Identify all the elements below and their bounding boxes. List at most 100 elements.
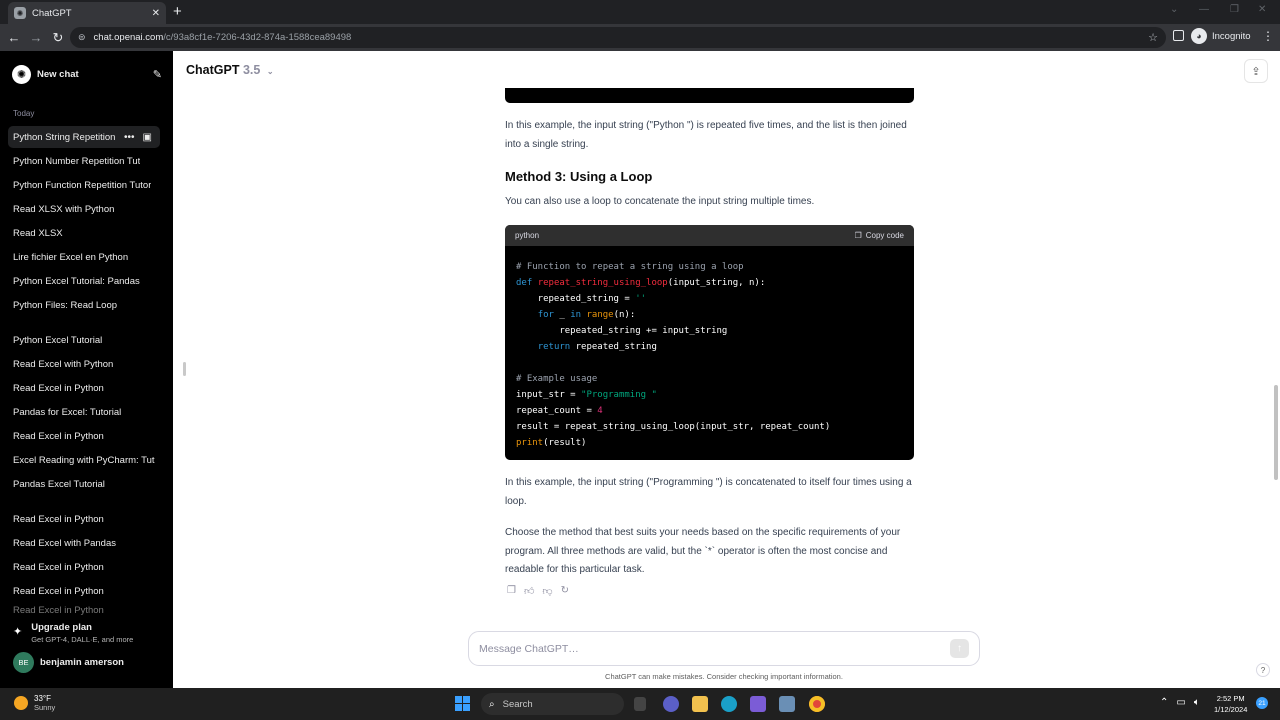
snipping-tool-icon[interactable] xyxy=(779,696,795,712)
sidebar-chat-item[interactable]: Read XLSX xyxy=(8,222,160,244)
new-tab-icon[interactable]: + xyxy=(173,3,182,20)
sidebar-chat-item[interactable]: Python String Repetition ••• ▣ xyxy=(8,126,160,148)
chat-item-label: Read Excel in Python xyxy=(13,604,104,616)
chat-item-label: Python String Repetition xyxy=(13,131,116,143)
share-icon[interactable]: ⇪ xyxy=(1244,59,1268,83)
edge-icon[interactable] xyxy=(721,696,737,712)
response-paragraph: In this example, the input string ("Pyth… xyxy=(505,120,907,150)
new-chat-edit-icon[interactable]: ✎ xyxy=(153,68,162,81)
back-icon[interactable]: ← xyxy=(3,30,25,45)
taskbar-clock[interactable]: 2:52 PM 1/12/2024 xyxy=(1214,693,1247,715)
disclaimer: ChatGPT can make mistakes. Consider chec… xyxy=(605,672,843,681)
sidebar-chat-item[interactable]: Read Excel in Python xyxy=(8,604,160,616)
thumbs-down-icon[interactable]: 👎︎ xyxy=(542,585,552,597)
bookmark-star-icon[interactable]: ☆ xyxy=(1148,31,1158,44)
thumbs-up-icon[interactable]: 👍︎ xyxy=(524,585,534,597)
tray-chevron-icon[interactable]: ⌃ xyxy=(1160,697,1168,708)
code-content: # Function to repeat a string using a lo… xyxy=(516,262,831,448)
sidebar-chat-item[interactable]: Read Excel in Python xyxy=(8,508,160,530)
clipboard-icon: ❐ xyxy=(854,231,862,240)
section-today: Today xyxy=(13,109,35,118)
sidebar-chat-item[interactable]: Python Excel Tutorial xyxy=(8,329,160,351)
system-tray: ⌃ ▭ 🔈︎ xyxy=(1160,697,1200,708)
archive-icon[interactable]: ▣ xyxy=(143,132,152,143)
response-paragraph: In this example, the input string ("Prog… xyxy=(505,477,912,507)
send-button[interactable]: ↑ xyxy=(950,639,969,658)
taskbar: 33°F Sunny ⌕ Search ⌃ ▭ 🔈︎ 2:52 PM 1/12/… xyxy=(0,688,1280,720)
sidebar-resize-handle[interactable] xyxy=(183,362,186,376)
chat-item-label: Python Function Repetition Tutor xyxy=(13,179,152,191)
chatgpt-favicon-icon: ✺ xyxy=(14,7,26,19)
sidebar-chat-item[interactable]: Read Excel in Python xyxy=(8,377,160,399)
task-view-icon[interactable] xyxy=(634,697,646,711)
maximize-icon[interactable]: ❐ xyxy=(1230,4,1239,15)
regenerate-icon[interactable]: ↻ xyxy=(561,585,569,597)
site-info-icon[interactable]: ⊜ xyxy=(78,32,86,43)
scrollbar[interactable] xyxy=(1274,385,1278,480)
network-icon[interactable]: ▭ xyxy=(1176,697,1185,708)
sidebar-chat-item[interactable]: Python Files: Read Loop xyxy=(8,294,160,316)
chat-item-label: Read Excel with Python xyxy=(13,358,114,370)
taskbar-search[interactable]: ⌕ Search xyxy=(481,693,624,715)
sidebar-chat-item[interactable]: Read Excel in Python xyxy=(8,580,160,602)
volume-icon[interactable]: 🔈︎ xyxy=(1194,697,1200,708)
side-panel-icon[interactable] xyxy=(1173,30,1184,41)
chat-item-label: Pandas Excel Tutorial xyxy=(13,478,105,490)
tab-close-icon[interactable]: ✕ xyxy=(152,8,160,19)
main-panel: ChatGPT 3.5 ⌄ ⇪ In this example, the inp… xyxy=(173,51,1280,688)
sidebar-chat-item[interactable]: Read Excel with Python xyxy=(8,353,160,375)
sidebar-chat-item[interactable]: Read Excel in Python xyxy=(8,425,160,447)
response-paragraph: You can also use a loop to concatenate t… xyxy=(505,196,815,207)
browser-menu-icon[interactable]: ⋮ xyxy=(1262,29,1274,43)
help-icon[interactable]: ? xyxy=(1256,663,1270,677)
teams-chat-icon[interactable] xyxy=(663,696,679,712)
sidebar-chat-item[interactable]: Excel Reading with PyCharm: Tut xyxy=(8,449,160,471)
url-host: chat.openai.com xyxy=(93,32,164,43)
browser-tab[interactable]: ✺ ChatGPT ✕ xyxy=(8,2,166,24)
sidebar-chat-item[interactable]: Python Number Repetition Tut xyxy=(8,150,160,172)
sidebar-chat-item[interactable]: Python Function Repetition Tutor xyxy=(8,174,160,196)
file-explorer-icon[interactable] xyxy=(692,696,708,712)
sidebar-chat-item[interactable]: Pandas for Excel: Tutorial xyxy=(8,401,160,423)
incognito-indicator[interactable]: ◕ Incognito xyxy=(1191,28,1251,44)
sidebar-chat-item[interactable]: Lire fichier Excel en Python xyxy=(8,246,160,268)
chat-item-label: Python Number Repetition Tut xyxy=(13,155,141,167)
user-menu[interactable]: BE benjamin amerson xyxy=(13,652,124,673)
forward-icon[interactable]: → xyxy=(25,30,47,45)
sidebar-chat-item[interactable]: Read XLSX with Python xyxy=(8,198,160,220)
chrome-icon[interactable] xyxy=(809,696,825,712)
chat-item-label: Read Excel in Python xyxy=(13,430,104,442)
chat-item-label: Read XLSX xyxy=(13,227,63,239)
address-bar[interactable]: ⊜ chat.openai.com /c/93a8cf1e-7206-43d2-… xyxy=(70,27,1166,48)
chat-item-label: Python Files: Read Loop xyxy=(13,299,118,311)
model-selector[interactable]: ChatGPT 3.5 ⌄ xyxy=(186,63,274,77)
previous-code-block xyxy=(505,88,914,103)
weather-widget[interactable]: 33°F Sunny xyxy=(14,694,55,712)
chat-item-label: Read XLSX with Python xyxy=(13,203,115,215)
vpn-app-icon[interactable] xyxy=(750,696,766,712)
upgrade-plan-button[interactable]: ✦ Upgrade plan Get GPT-4, DALL·E, and mo… xyxy=(13,622,133,644)
chat-item-label: Read Excel in Python xyxy=(13,382,104,394)
chat-item-label: Python Excel Tutorial: Pandas xyxy=(13,275,140,287)
minimize-icon[interactable]: ⌄ xyxy=(1170,4,1178,15)
more-options-icon[interactable]: ••• xyxy=(124,132,135,143)
chat-item-label: Read Excel in Python xyxy=(13,561,104,573)
clock-date: 1/12/2024 xyxy=(1214,705,1248,714)
new-chat-button[interactable]: ✺ New chat ✎ xyxy=(12,64,162,84)
restore-icon[interactable]: — xyxy=(1199,4,1209,15)
search-icon: ⌕ xyxy=(489,698,495,710)
notification-badge[interactable]: 21 xyxy=(1256,697,1268,709)
window-close-icon[interactable]: ✕ xyxy=(1258,4,1266,15)
sidebar-chat-item[interactable]: Python Excel Tutorial: Pandas xyxy=(8,270,160,292)
reload-icon[interactable]: ↻ xyxy=(47,30,69,46)
copy-code-button[interactable]: ❐ Copy code xyxy=(855,231,904,240)
message-input[interactable]: Message ChatGPT… ↑ xyxy=(468,631,980,666)
windows-start-icon[interactable] xyxy=(455,696,470,711)
tab-title: ChatGPT xyxy=(32,7,72,19)
sidebar-chat-item[interactable]: Pandas Excel Tutorial xyxy=(8,473,160,495)
sidebar-chat-item[interactable]: Read Excel with Pandas xyxy=(8,532,160,554)
chat-item-label: Excel Reading with PyCharm: Tut xyxy=(13,454,155,466)
copy-icon[interactable]: ❐ xyxy=(507,585,516,597)
sidebar-chat-item[interactable]: Read Excel in Python xyxy=(8,556,160,578)
sidebar: ✺ New chat ✎ Today Python String Repetit… xyxy=(0,51,173,688)
